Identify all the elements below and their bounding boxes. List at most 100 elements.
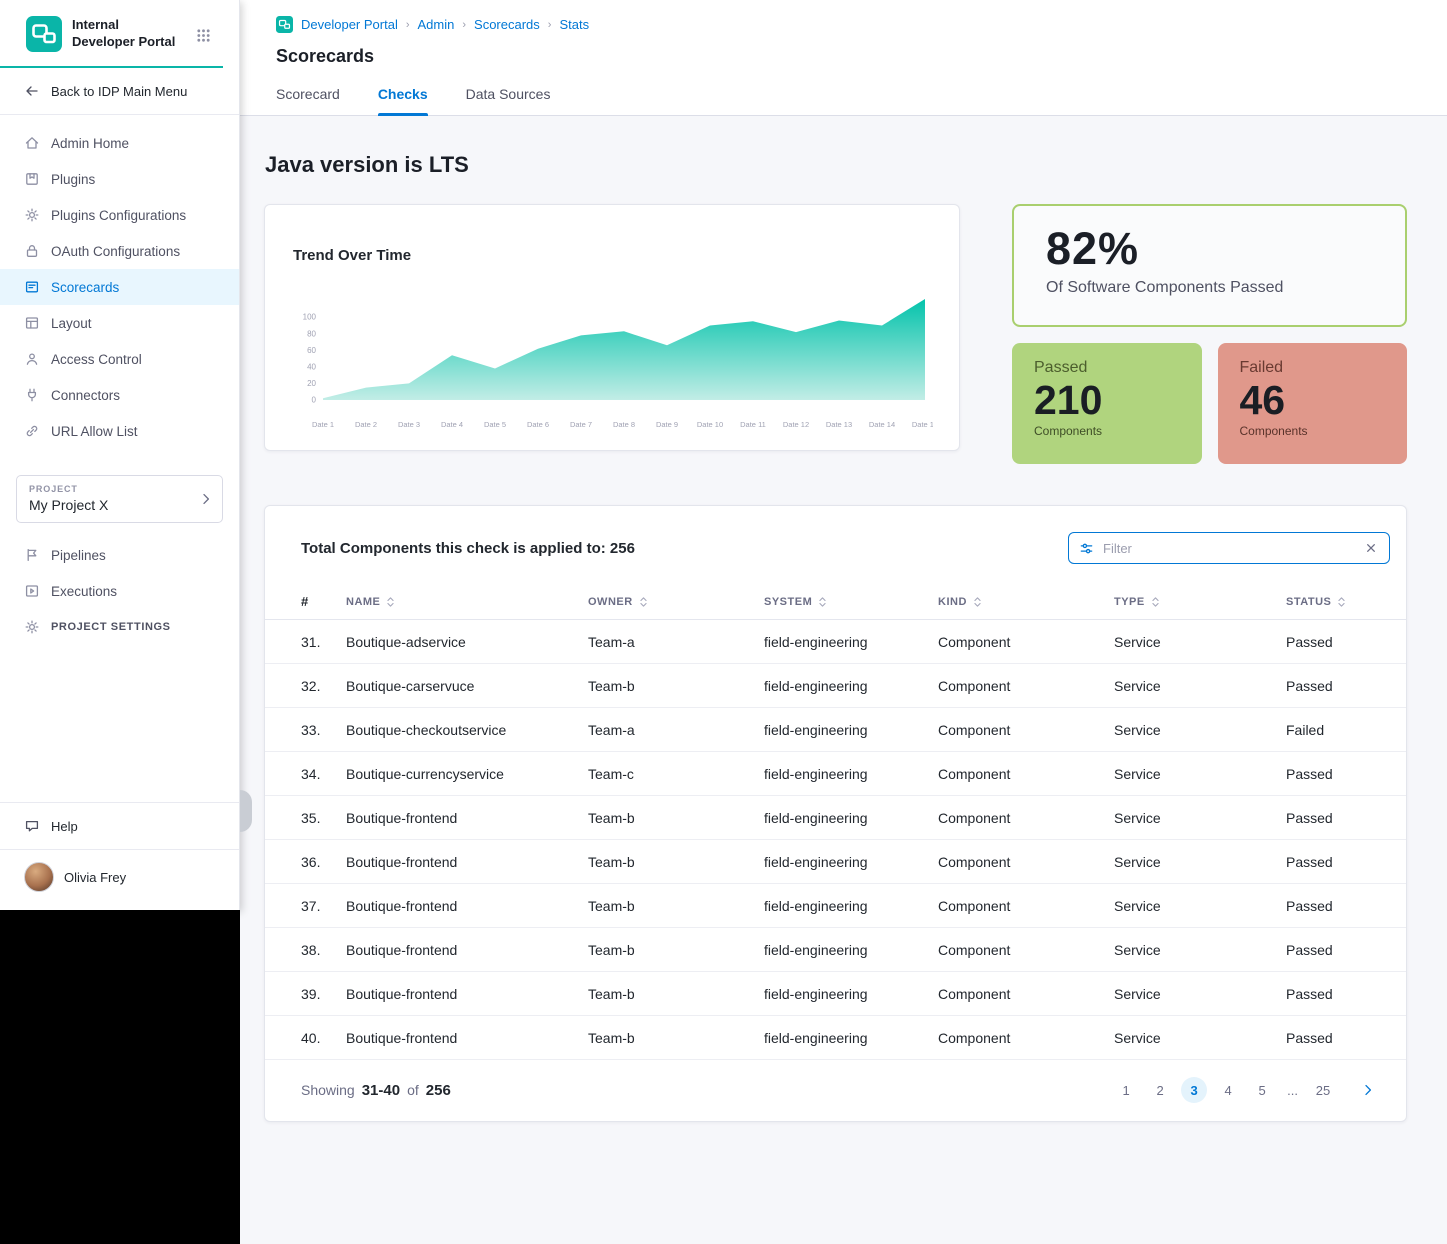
- cell-name: Boutique-currencyservice: [346, 766, 588, 782]
- table-row[interactable]: 31.Boutique-adserviceTeam-afield-enginee…: [265, 620, 1406, 664]
- table-row[interactable]: 38.Boutique-frontendTeam-bfield-engineer…: [265, 928, 1406, 972]
- sidebar-item-admin-home[interactable]: Admin Home: [0, 125, 239, 161]
- page-button-3[interactable]: 3: [1181, 1077, 1207, 1103]
- next-page-button[interactable]: [1360, 1082, 1376, 1098]
- sidebar-collapse-handle[interactable]: [240, 790, 252, 832]
- page-button-25[interactable]: 25: [1310, 1077, 1336, 1103]
- sidebar-item-label: Executions: [51, 584, 117, 599]
- tab-data-sources[interactable]: Data Sources: [466, 86, 551, 115]
- back-label: Back to IDP Main Menu: [51, 84, 187, 99]
- breadcrumb: Developer Portal›Admin›Scorecards›Stats: [276, 16, 1407, 33]
- project-eyebrow: PROJECT: [29, 484, 210, 494]
- sidebar-item-access-control[interactable]: Access Control: [0, 341, 239, 377]
- page-button-1[interactable]: 1: [1113, 1077, 1139, 1103]
- column-header-status[interactable]: STATUS: [1286, 596, 1378, 608]
- close-icon[interactable]: [1363, 540, 1379, 556]
- column-header-type[interactable]: TYPE: [1114, 596, 1286, 608]
- table-row[interactable]: 37.Boutique-frontendTeam-bfield-engineer…: [265, 884, 1406, 928]
- sidebar-item-url-allow-list[interactable]: URL Allow List: [0, 413, 239, 449]
- cell-system: field-engineering: [764, 942, 938, 958]
- column-header-system[interactable]: SYSTEM: [764, 596, 938, 608]
- filter-icon[interactable]: [1079, 541, 1094, 556]
- table-row[interactable]: 34.Boutique-currencyserviceTeam-cfield-e…: [265, 752, 1406, 796]
- table-row[interactable]: 39.Boutique-frontendTeam-bfield-engineer…: [265, 972, 1406, 1016]
- breadcrumb-link-admin[interactable]: Admin: [418, 17, 455, 32]
- page-button-4[interactable]: 4: [1215, 1077, 1241, 1103]
- cell-kind: Component: [938, 898, 1114, 914]
- cell-type: Service: [1114, 942, 1286, 958]
- cell-owner: Team-b: [588, 1030, 764, 1046]
- total-count: 256: [426, 1082, 451, 1099]
- pagination-ellipsis: ...: [1283, 1083, 1302, 1098]
- table-row[interactable]: 32.Boutique-carservuceTeam-bfield-engine…: [265, 664, 1406, 708]
- page-button-2[interactable]: 2: [1147, 1077, 1173, 1103]
- cell-system: field-engineering: [764, 854, 938, 870]
- cell-owner: Team-a: [588, 722, 764, 738]
- column-header-name[interactable]: NAME: [346, 596, 588, 608]
- cell-status: Passed: [1286, 854, 1378, 870]
- failed-caption: Components: [1240, 424, 1386, 438]
- chevron-right-icon: [198, 491, 214, 507]
- sidebar-item-scorecards[interactable]: Scorecards: [0, 269, 239, 305]
- sidebar-item-plugins[interactable]: Plugins: [0, 161, 239, 197]
- sidebar-item-plugins-configurations[interactable]: Plugins Configurations: [0, 197, 239, 233]
- cell-status: Passed: [1286, 898, 1378, 914]
- tab-scorecard[interactable]: Scorecard: [276, 86, 340, 115]
- cell-status: Passed: [1286, 766, 1378, 782]
- project-selector[interactable]: PROJECT My Project X: [16, 475, 223, 523]
- row-index: 39.: [301, 986, 346, 1002]
- table-row[interactable]: 33.Boutique-checkoutserviceTeam-afield-e…: [265, 708, 1406, 752]
- percent-caption: Of Software Components Passed: [1046, 279, 1373, 297]
- connectors-icon: [24, 387, 40, 403]
- breadcrumb-link-developer-portal[interactable]: Developer Portal: [301, 17, 398, 32]
- executions-icon: [24, 583, 40, 599]
- sidebar-project-nav: Pipelines Executions PROJECT SETTINGS: [0, 535, 239, 645]
- cell-status: Passed: [1286, 634, 1378, 650]
- cell-status: Passed: [1286, 810, 1378, 826]
- page-button-5[interactable]: 5: [1249, 1077, 1275, 1103]
- svg-text:Date 9: Date 9: [656, 420, 678, 429]
- user-menu[interactable]: Olivia Frey: [0, 849, 239, 910]
- breadcrumb-link-scorecards[interactable]: Scorecards: [474, 17, 540, 32]
- sort-icon: [386, 596, 395, 608]
- plugins-icon: [24, 171, 40, 187]
- filter-input[interactable]: [1103, 541, 1354, 556]
- cell-status: Passed: [1286, 986, 1378, 1002]
- column-header-owner[interactable]: OWNER: [588, 596, 764, 608]
- app-grid-icon[interactable]: [196, 26, 211, 43]
- sidebar-item-label: OAuth Configurations: [51, 244, 180, 259]
- cell-type: Service: [1114, 810, 1286, 826]
- percent-value: 82%: [1046, 224, 1373, 274]
- sort-icon: [973, 596, 982, 608]
- brand-title-line2: Developer Portal: [72, 34, 186, 51]
- sidebar-item-oauth-configurations[interactable]: OAuth Configurations: [0, 233, 239, 269]
- access-control-icon: [24, 351, 40, 367]
- idp-logo-icon: [26, 16, 62, 52]
- table-row[interactable]: 36.Boutique-frontendTeam-bfield-engineer…: [265, 840, 1406, 884]
- column-header-: #: [301, 594, 346, 609]
- trend-card: Trend Over Time 020406080100Date 1Date 2…: [264, 204, 960, 451]
- table-row[interactable]: 35.Boutique-frontendTeam-bfield-engineer…: [265, 796, 1406, 840]
- check-title: Java version is LTS: [265, 152, 1407, 178]
- passed-value: 210: [1034, 377, 1180, 424]
- cell-name: Boutique-frontend: [346, 898, 588, 914]
- column-header-kind[interactable]: KIND: [938, 596, 1114, 608]
- sidebar-item-layout[interactable]: Layout: [0, 305, 239, 341]
- passed-card: Passed 210 Components: [1012, 343, 1202, 464]
- tab-checks[interactable]: Checks: [378, 86, 428, 115]
- help-button[interactable]: Help: [0, 802, 239, 849]
- row-index: 32.: [301, 678, 346, 694]
- back-to-idp-main-menu-link[interactable]: Back to IDP Main Menu: [0, 68, 239, 115]
- row-index: 33.: [301, 722, 346, 738]
- sidebar-item-project-settings[interactable]: PROJECT SETTINGS: [0, 609, 239, 645]
- sidebar-item-pipelines[interactable]: Pipelines: [0, 537, 239, 573]
- cell-status: Passed: [1286, 942, 1378, 958]
- table-row[interactable]: 40.Boutique-frontendTeam-bfield-engineer…: [265, 1016, 1406, 1060]
- table-body: 31.Boutique-adserviceTeam-afield-enginee…: [265, 620, 1406, 1060]
- row-index: 37.: [301, 898, 346, 914]
- help-icon: [24, 818, 40, 834]
- components-table-card: Total Components this check is applied t…: [264, 505, 1407, 1122]
- showing-label: Showing: [301, 1082, 355, 1098]
- sidebar-item-executions[interactable]: Executions: [0, 573, 239, 609]
- sidebar-item-connectors[interactable]: Connectors: [0, 377, 239, 413]
